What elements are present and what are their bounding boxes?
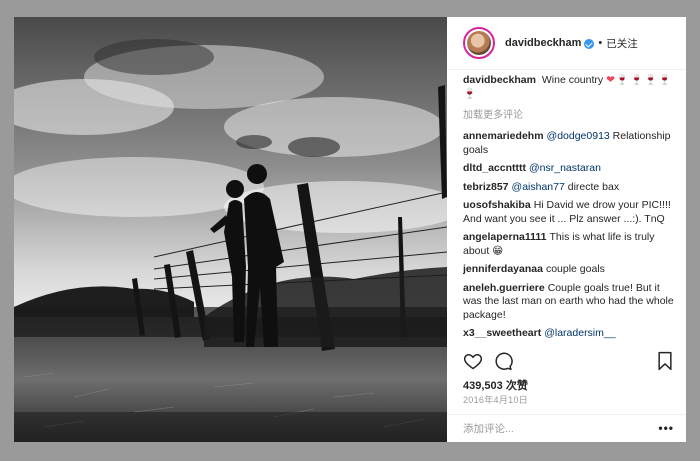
action-bar bbox=[463, 351, 674, 373]
bookmark-icon[interactable] bbox=[656, 351, 674, 371]
caption: davidbeckham Wine country ❤🍷🍷🍷🍷🍷 bbox=[463, 74, 674, 101]
comment-mention[interactable]: @aishan77 bbox=[512, 181, 565, 193]
comment-username[interactable]: x3__sweetheart bbox=[463, 327, 541, 339]
comment-item: annemariedehm @dodge0913 Relationship goa… bbox=[463, 130, 674, 157]
comment-username[interactable]: tebriz857 bbox=[463, 181, 509, 193]
comment-item: aneleh.guerriere Couple goals true! But i… bbox=[463, 282, 674, 323]
comment-username[interactable]: aneleh.guerriere bbox=[463, 282, 545, 294]
caption-username[interactable]: davidbeckham bbox=[463, 74, 536, 86]
post-card: davidbeckham • 已关注 davidbeckham Wine cou… bbox=[14, 17, 686, 442]
comment-icon[interactable] bbox=[493, 351, 513, 371]
avatar[interactable] bbox=[463, 27, 495, 59]
comment-username[interactable]: jenniferdayanaa bbox=[463, 263, 543, 275]
verified-badge-icon bbox=[584, 39, 595, 49]
comment-username[interactable]: angelaperna1111 bbox=[463, 231, 546, 243]
add-comment-bar: ••• bbox=[447, 414, 686, 442]
post-photo[interactable] bbox=[14, 17, 447, 442]
comment-text: couple goals bbox=[545, 263, 605, 275]
caption-text: Wine country bbox=[541, 74, 604, 86]
comment-username[interactable]: uosofshakiba bbox=[463, 199, 531, 211]
load-more-comments-link[interactable]: 加载更多评论 bbox=[463, 106, 674, 121]
comments-list[interactable]: davidbeckham Wine country ❤🍷🍷🍷🍷🍷 加载更多评论 … bbox=[463, 74, 674, 347]
follow-status-button[interactable]: 已关注 bbox=[606, 36, 638, 51]
more-options-icon[interactable]: ••• bbox=[658, 422, 674, 434]
comment-items: annemariedehm @dodge0913 Relationship goa… bbox=[463, 130, 674, 347]
likes-count[interactable]: 439,503 次赞 bbox=[463, 377, 528, 393]
comment-mention[interactable]: @dodge0913 bbox=[547, 130, 610, 142]
post-side-panel: davidbeckham • 已关注 davidbeckham Wine cou… bbox=[447, 17, 686, 442]
comment-item: dltd_accntttt @nsr_nastaran bbox=[463, 162, 674, 176]
comment-username[interactable]: lauren.hyd bbox=[463, 346, 516, 348]
comment-item: angelaperna1111 This is what life is trul… bbox=[463, 231, 674, 258]
header-username[interactable]: davidbeckham bbox=[505, 37, 581, 49]
comment-username[interactable]: dltd_accntttt bbox=[463, 162, 526, 174]
comment-username[interactable]: annemariedehm bbox=[463, 130, 544, 142]
avatar-image bbox=[467, 31, 491, 55]
comment-item: lauren.hydI live there but it's chill bbox=[463, 346, 674, 348]
header-separator: • bbox=[598, 37, 603, 49]
comment-text: I live there but it's chill bbox=[519, 346, 621, 348]
comment-item: x3__sweetheart @laradersim__ bbox=[463, 327, 674, 341]
post-date[interactable]: 2016年4月10日 bbox=[463, 393, 528, 406]
vineyard-silhouette-image bbox=[14, 17, 447, 442]
comment-item: jenniferdayanaa couple goals bbox=[463, 263, 674, 277]
comment-item: tebriz857 @aishan77 directe bax bbox=[463, 181, 674, 195]
comment-mention[interactable]: @nsr_nastaran bbox=[529, 162, 601, 174]
add-comment-input[interactable] bbox=[463, 420, 643, 438]
comment-item: uosofshakiba Hi David we drow your PIC!!!… bbox=[463, 199, 674, 226]
post-header: davidbeckham • 已关注 bbox=[447, 17, 686, 70]
comment-text: directe bax bbox=[567, 180, 620, 193]
heart-icon[interactable] bbox=[463, 351, 483, 371]
comment-mention[interactable]: @laradersim__ bbox=[544, 327, 615, 339]
